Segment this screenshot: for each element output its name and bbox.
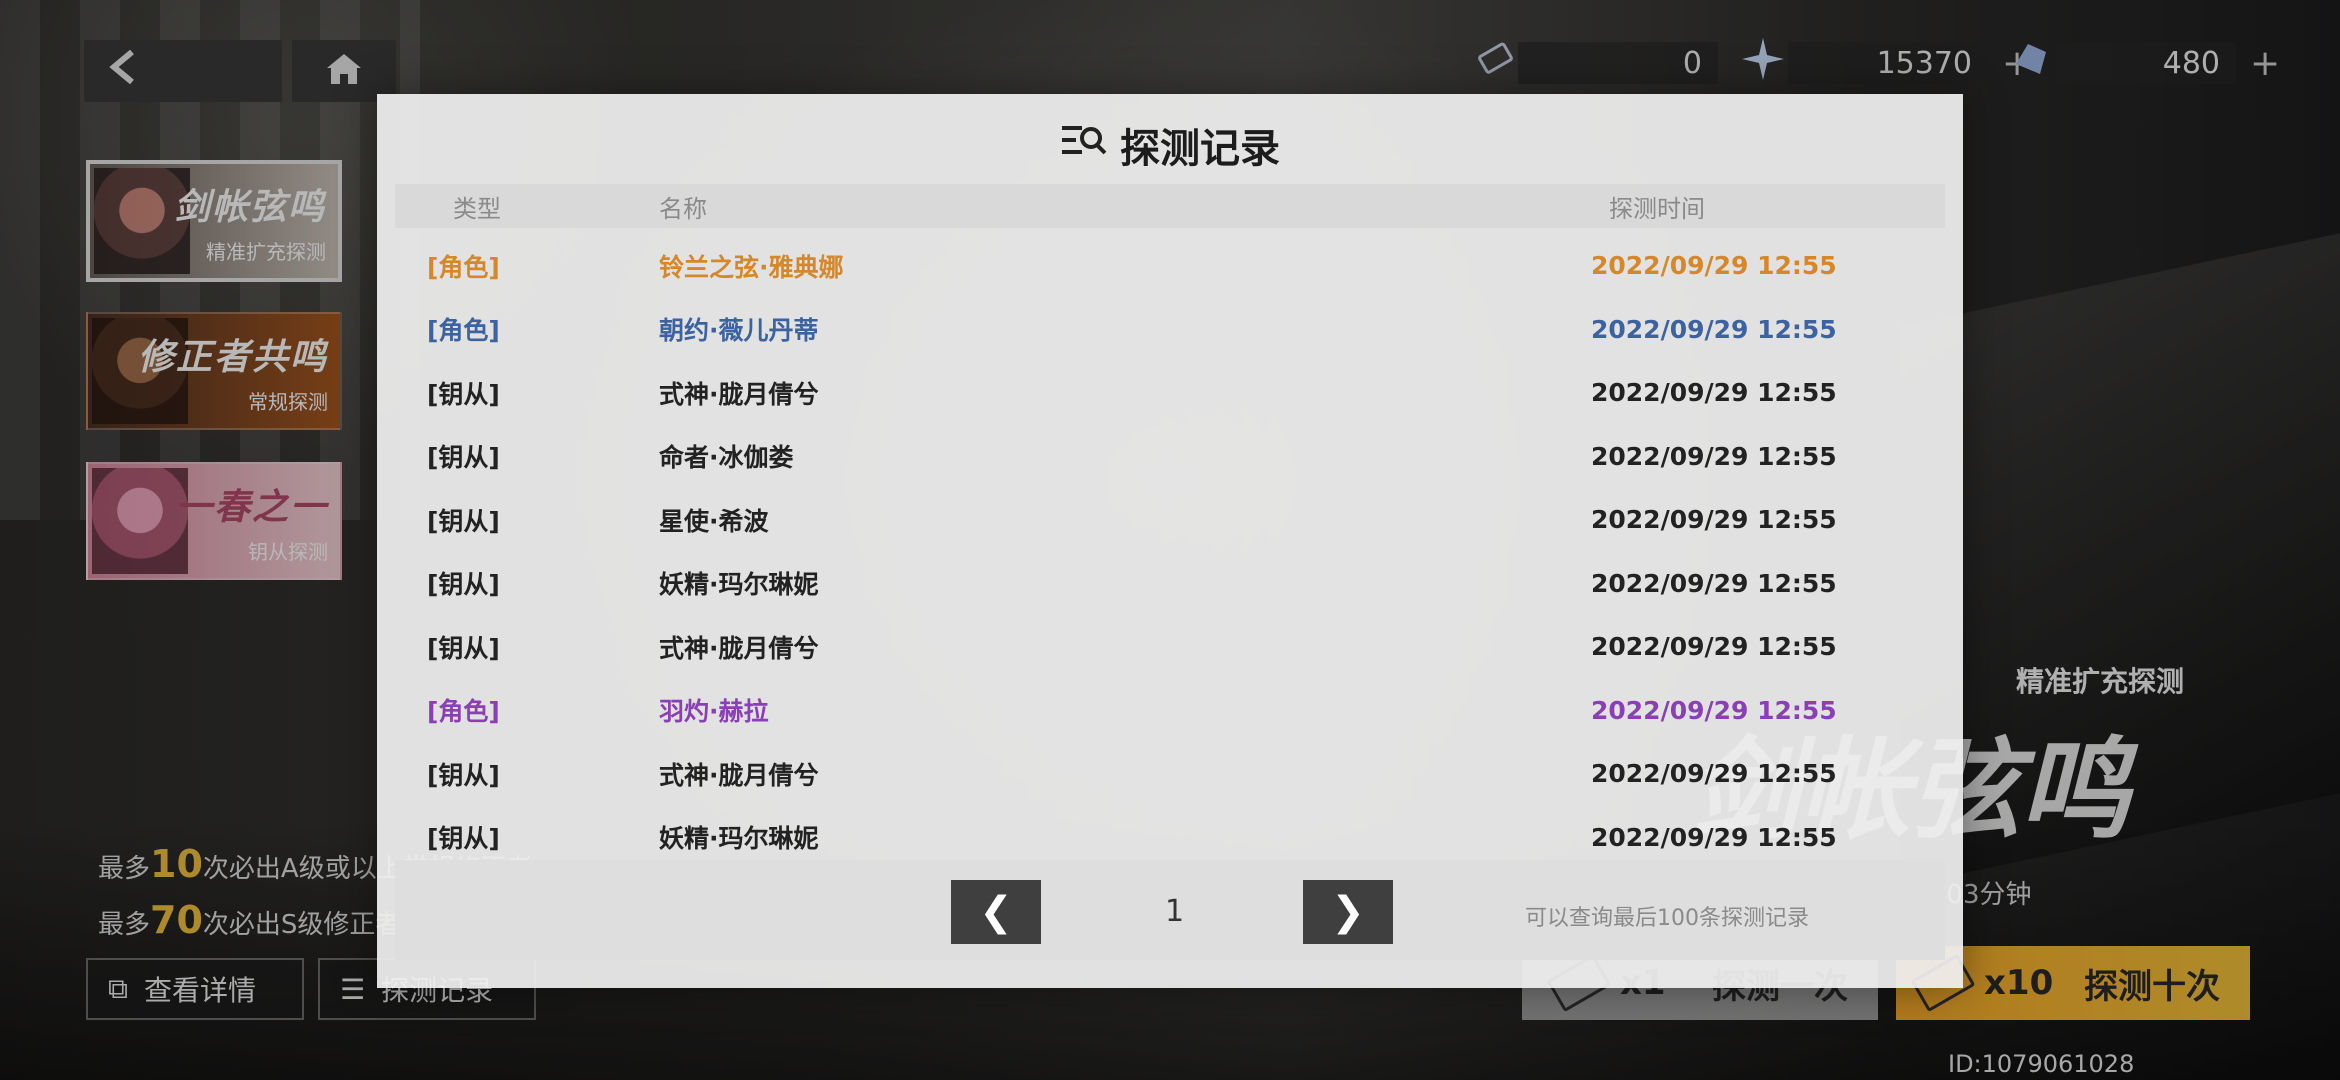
table-row: [钥从] 星使·希波 2022/09/29 12:55 [395, 488, 1945, 552]
cell-name: 式神·胧月倩兮 [659, 760, 819, 790]
header-time: 探测时间 [1609, 194, 1705, 223]
records-table: [角色] 铃兰之弦·雅典娜 2022/09/29 12:55 [角色] 朝约·薇儿丹蒂 2… [395, 234, 1945, 869]
pagination: ❮ 1 ❯ 可以查询最后100条探测记录 [395, 860, 1945, 960]
cell-time: 2022/09/29 12:55 [1591, 314, 1837, 344]
table-row: [角色] 朝约·薇儿丹蒂 2022/09/29 12:55 [395, 298, 1945, 362]
cell-type: [钥从] [427, 379, 500, 409]
cell-type: [钥从] [427, 824, 500, 854]
table-header: 类型 名称 探测时间 [395, 184, 1945, 228]
next-page-button[interactable]: ❯ [1303, 880, 1393, 944]
cell-name: 朝约·薇儿丹蒂 [659, 316, 819, 346]
cell-name: 妖精·玛尔琳妮 [659, 824, 819, 854]
cell-type: [角色] [427, 252, 500, 282]
cell-time: 2022/09/29 12:55 [1591, 251, 1837, 281]
cell-name: 星使·希波 [659, 506, 769, 536]
cell-time: 2022/09/29 12:55 [1591, 568, 1837, 598]
cell-type: [钥从] [427, 506, 500, 536]
cell-time: 2022/09/29 12:55 [1591, 632, 1837, 662]
cell-name: 命者·冰伽娄 [659, 443, 794, 473]
cell-type: [角色] [427, 316, 500, 346]
cell-name: 妖精·玛尔琳妮 [659, 570, 819, 600]
cell-type: [钥从] [427, 760, 500, 790]
table-row: [钥从] 命者·冰伽娄 2022/09/29 12:55 [395, 425, 1945, 489]
header-type: 类型 [453, 194, 501, 223]
records-limit-note: 可以查询最后100条探测记录 [1525, 906, 1809, 931]
records-modal: 探测记录 类型 名称 探测时间 [角色] 铃兰之弦·雅典娜 2022/09/29 1… [377, 94, 1963, 988]
cell-name: 式神·胧月倩兮 [659, 379, 819, 409]
modal-title: 探测记录 [377, 116, 1963, 174]
cell-type: [钥从] [427, 633, 500, 663]
cell-name: 铃兰之弦·雅典娜 [659, 252, 844, 282]
cell-time: 2022/09/29 12:55 [1591, 378, 1837, 408]
cell-time: 2022/09/29 12:55 [1591, 759, 1837, 789]
cell-time: 2022/09/29 12:55 [1591, 695, 1837, 725]
table-row: [钥从] 式神·胧月倩兮 2022/09/29 12:55 [395, 361, 1945, 425]
cell-time: 2022/09/29 12:55 [1591, 441, 1837, 471]
cell-name: 羽灼·赫拉 [659, 697, 769, 727]
cell-name: 式神·胧月倩兮 [659, 633, 819, 663]
cell-time: 2022/09/29 12:55 [1591, 822, 1837, 852]
table-row: [角色] 羽灼·赫拉 2022/09/29 12:55 [395, 679, 1945, 743]
table-row: [钥从] 式神·胧月倩兮 2022/09/29 12:55 [395, 615, 1945, 679]
cell-type: [钥从] [427, 443, 500, 473]
table-row: [角色] 铃兰之弦·雅典娜 2022/09/29 12:55 [395, 234, 1945, 298]
search-list-icon [1060, 120, 1108, 170]
table-row: [钥从] 妖精·玛尔琳妮 2022/09/29 12:55 [395, 552, 1945, 616]
cell-type: [角色] [427, 697, 500, 727]
cell-type: [钥从] [427, 570, 500, 600]
cell-time: 2022/09/29 12:55 [1591, 505, 1837, 535]
table-row: [钥从] 式神·胧月倩兮 2022/09/29 12:55 [395, 742, 1945, 806]
prev-page-button[interactable]: ❮ [951, 880, 1041, 944]
header-name: 名称 [659, 194, 707, 223]
page-number: 1 [1165, 894, 1185, 929]
